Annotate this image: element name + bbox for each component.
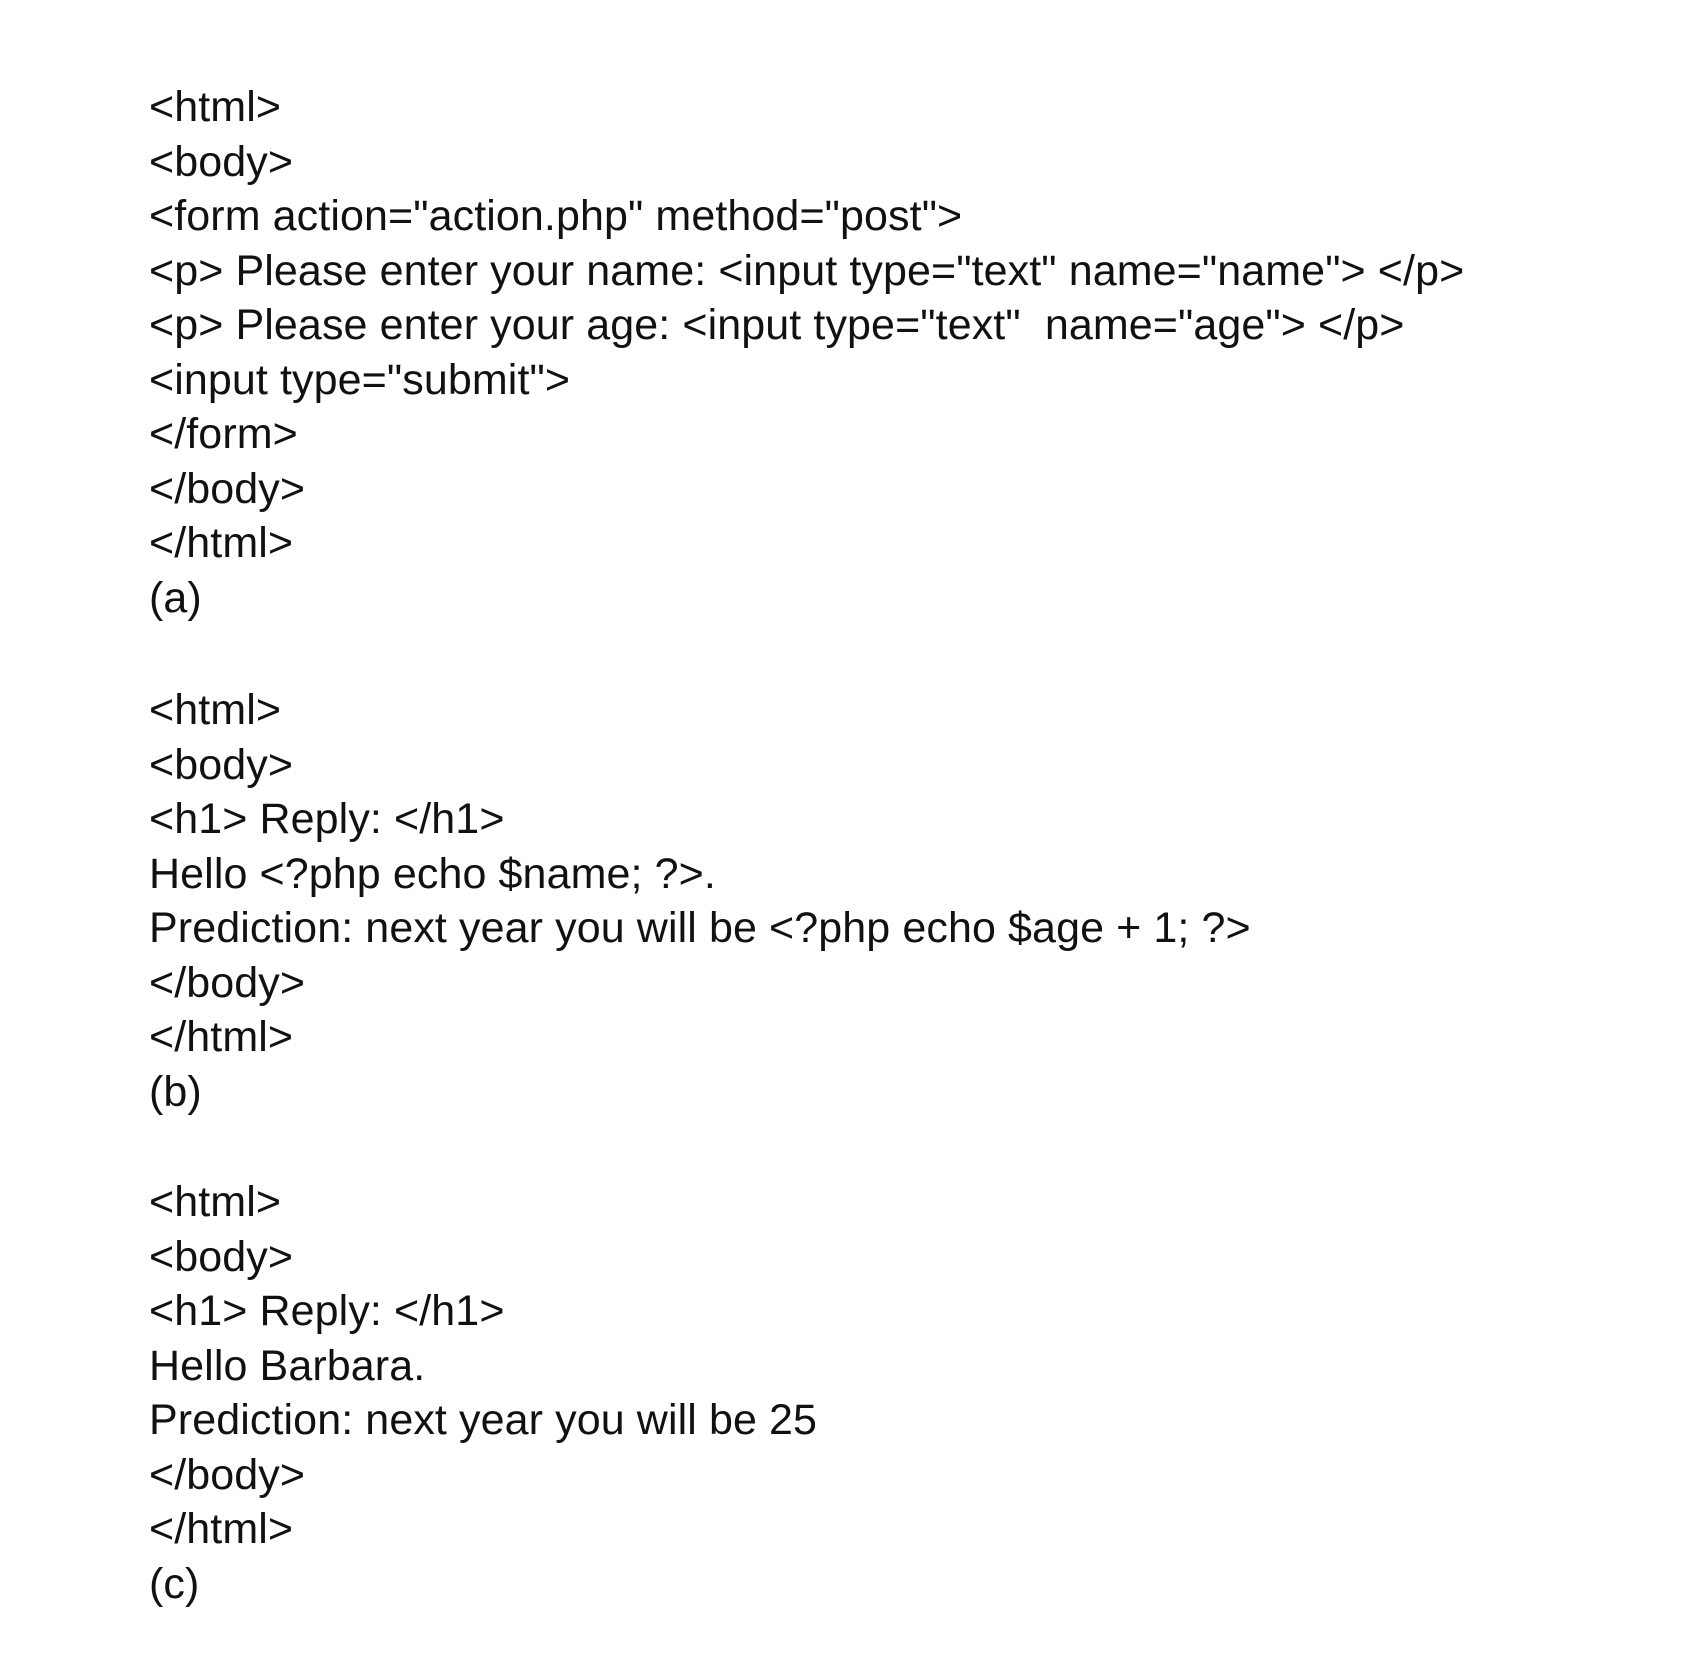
code-line: <form action="action.php" method="post">: [149, 192, 963, 240]
code-listing-c: <html> <body> <h1> Reply: </h1> Hello Ba…: [149, 1175, 1629, 1611]
figure-caption-b: (b): [149, 1067, 202, 1116]
code-line: <h1> Reply: </h1>: [149, 795, 505, 843]
code-line: <body>: [149, 740, 294, 789]
code-line: <input type="submit">: [149, 355, 571, 404]
code-line: </body>: [149, 958, 306, 1007]
code-line: </form>: [149, 410, 298, 458]
code-line: </html>: [149, 1505, 294, 1553]
code-listing-b: <html> <body> <h1> Reply: </h1> Hello <?…: [149, 683, 1629, 1119]
code-line: <body>: [149, 1232, 294, 1281]
code-line: <p> Please enter your name: <input type=…: [149, 246, 1465, 295]
code-line: </body>: [149, 464, 306, 513]
code-line: Prediction: next year you will be 25: [149, 1396, 818, 1444]
code-line: </body>: [149, 1450, 306, 1499]
code-line: <html>: [149, 83, 282, 131]
document-page: <html> <body> <form action="action.php" …: [0, 0, 1708, 1676]
code-line: </html>: [149, 1013, 294, 1061]
code-line: Prediction: next year you will be <?php …: [149, 904, 1251, 952]
figure-caption-a: (a): [149, 573, 202, 622]
code-listing-a: <html> <body> <form action="action.php" …: [149, 80, 1629, 625]
code-line: Hello <?php echo $name; ?>.: [149, 849, 716, 898]
code-line: <p> Please enter your age: <input type="…: [149, 301, 1405, 349]
code-line: <html>: [149, 686, 282, 734]
code-line: <html>: [149, 1178, 282, 1226]
code-line: Hello Barbara.: [149, 1341, 426, 1390]
code-line: <h1> Reply: </h1>: [149, 1287, 505, 1335]
figure-caption-c: (c): [149, 1559, 200, 1608]
code-line: <body>: [149, 137, 294, 186]
code-line: </html>: [149, 519, 294, 567]
